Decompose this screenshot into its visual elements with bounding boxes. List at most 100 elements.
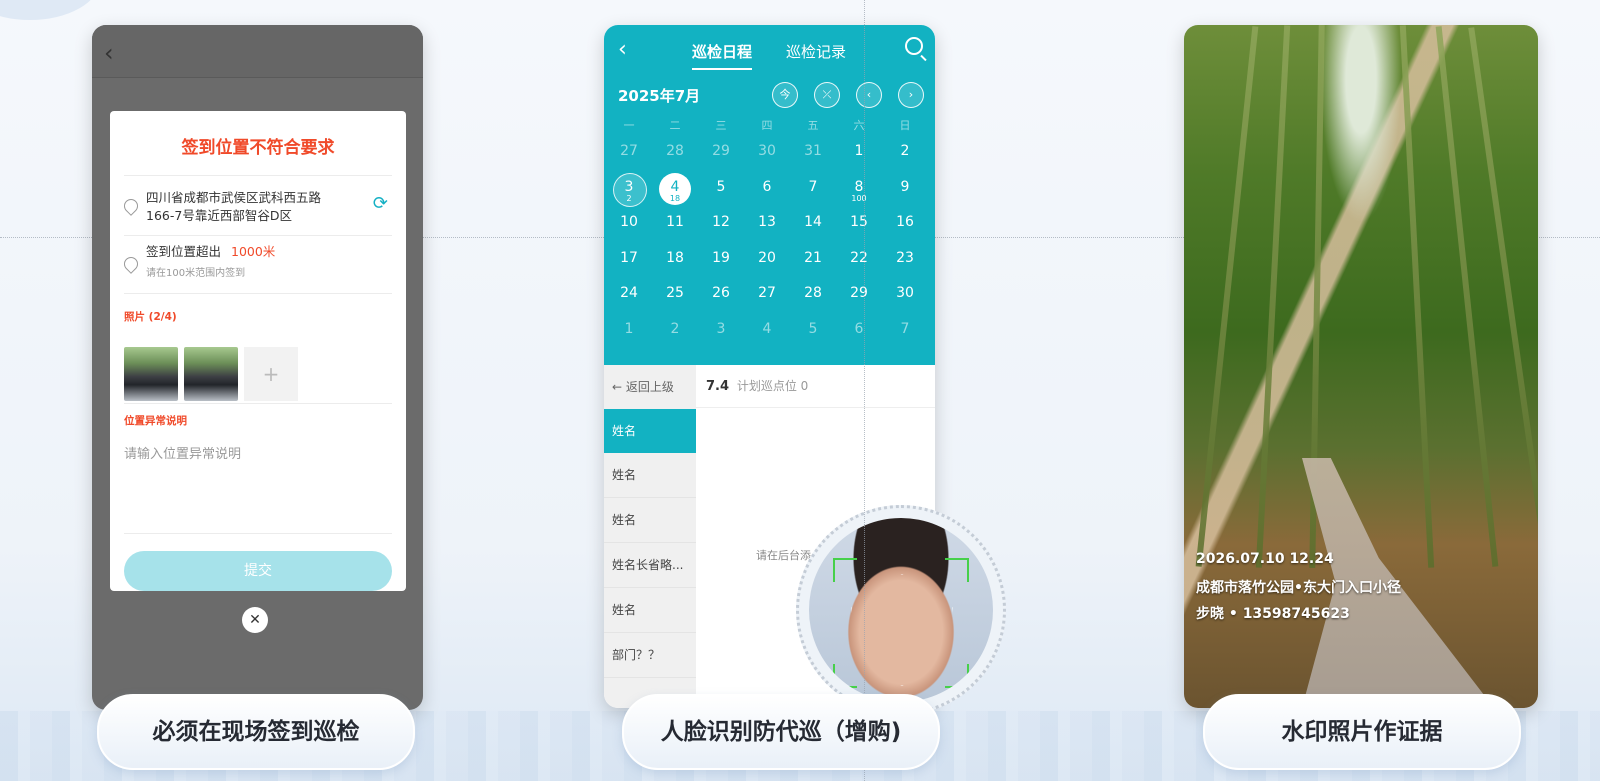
calendar-day[interactable]: 5 bbox=[790, 321, 836, 337]
calendar-day[interactable]: 32 bbox=[606, 179, 652, 203]
list-item[interactable]: 姓名 bbox=[604, 498, 696, 543]
calendar-day[interactable]: 1 bbox=[836, 143, 882, 159]
day-count: 100 bbox=[851, 193, 867, 203]
range-value: 1000米 bbox=[231, 244, 276, 259]
month-label: 2025年7月 bbox=[618, 87, 701, 105]
calendar-day[interactable]: 1 bbox=[606, 321, 652, 337]
calendar-day[interactable]: 7 bbox=[790, 179, 836, 195]
day-count: 18 bbox=[669, 193, 681, 203]
weekday-label: 五 bbox=[807, 119, 819, 132]
face-mesh bbox=[851, 574, 953, 686]
calendar-day[interactable]: 4 bbox=[744, 321, 790, 337]
day-count: 2 bbox=[626, 193, 632, 203]
frame-corner bbox=[945, 558, 969, 582]
back-icon[interactable]: ‹ bbox=[618, 37, 627, 62]
range-label: 签到位置超出 bbox=[146, 244, 222, 259]
calendar-day[interactable]: 13 bbox=[744, 214, 790, 230]
photo-thumbnail[interactable] bbox=[124, 347, 178, 401]
calendar-day[interactable]: 28 bbox=[652, 143, 698, 159]
caption-watermark: 水印照片作证据 bbox=[1203, 694, 1521, 770]
prev-month-icon[interactable]: ‹ bbox=[856, 82, 882, 108]
back-icon[interactable]: ‹ bbox=[104, 39, 114, 67]
calendar-day[interactable]: 3 bbox=[698, 321, 744, 337]
frame-corner bbox=[833, 558, 857, 582]
calendar-day[interactable]: 10 bbox=[606, 214, 652, 230]
address-row: 四川省成都市武侯区武科西五路166-7号靠近西部智谷D区 ⟳ bbox=[121, 189, 392, 229]
checkin-phone: ‹ 签到位置不符合要求 四川省成都市武侯区武科西五路166-7号靠近西部智谷D区… bbox=[92, 25, 423, 710]
calendar-day[interactable]: 29 bbox=[698, 143, 744, 159]
watermark-person: 步晓 • 13598745623 bbox=[1196, 606, 1350, 622]
calendar-day[interactable]: 31 bbox=[790, 143, 836, 159]
calendar-day[interactable]: 5 bbox=[698, 179, 744, 195]
face-image bbox=[809, 518, 993, 702]
calendar-day[interactable]: 29 bbox=[836, 285, 882, 301]
bamboo-stalk bbox=[1195, 26, 1259, 567]
calendar-day[interactable]: 9 bbox=[882, 179, 928, 195]
weekday-label: 三 bbox=[715, 119, 727, 132]
watermark-photo-phone: 2026.07.10 12.24 成都市落竹公园•东大门入口小径 步晓 • 13… bbox=[1184, 25, 1538, 708]
weekday-label: 六 bbox=[853, 119, 865, 132]
face-recognition-badge bbox=[796, 505, 1006, 715]
calendar-day[interactable]: 25 bbox=[652, 285, 698, 301]
divider bbox=[124, 175, 392, 176]
divider bbox=[124, 533, 392, 534]
next-month-icon[interactable]: › bbox=[898, 82, 924, 108]
calendar-day[interactable]: 30 bbox=[882, 285, 928, 301]
weekday-label: 四 bbox=[761, 119, 773, 132]
calendar-day[interactable]: 20 bbox=[744, 250, 790, 266]
divider bbox=[124, 293, 392, 294]
collapse-icon[interactable]: ⤫ bbox=[814, 82, 840, 108]
calendar-day[interactable]: 8 100 bbox=[836, 179, 882, 203]
list-item[interactable]: 部门？？ bbox=[604, 633, 696, 678]
calendar-day[interactable]: 16 bbox=[882, 214, 928, 230]
bamboo-stalk bbox=[1255, 25, 1291, 568]
photo-thumbnail[interactable] bbox=[184, 347, 238, 401]
day-summary: 7.4 计划巡点位 0 bbox=[696, 365, 935, 408]
divider bbox=[124, 235, 392, 236]
calendar-day[interactable]: 15 bbox=[836, 214, 882, 230]
calendar-day[interactable]: 14 bbox=[790, 214, 836, 230]
calendar-day[interactable]: 27 bbox=[606, 143, 652, 159]
calendar-day[interactable]: 6 bbox=[744, 179, 790, 195]
list-item[interactable]: 姓名 bbox=[604, 409, 696, 453]
range-hint: 请在100米范围内签到 bbox=[146, 268, 246, 279]
calendar-day[interactable]: 7 bbox=[882, 321, 928, 337]
calendar-day[interactable]: 2 bbox=[882, 143, 928, 159]
weekday-label: 二 bbox=[669, 119, 681, 132]
calendar-day[interactable]: 21 bbox=[790, 250, 836, 266]
bamboo-stalk bbox=[1399, 25, 1435, 568]
add-photo-button[interactable]: + bbox=[244, 347, 298, 401]
calendar-day[interactable]: 24 bbox=[606, 285, 652, 301]
close-icon[interactable]: ✕ bbox=[242, 607, 268, 633]
today-button[interactable]: 今 bbox=[772, 82, 798, 108]
calendar-day[interactable]: 23 bbox=[882, 250, 928, 266]
calendar-day[interactable]: 17 bbox=[606, 250, 652, 266]
list-item[interactable]: 姓名 bbox=[604, 453, 696, 498]
tab-records[interactable]: 巡检记录 bbox=[786, 41, 846, 62]
reason-input[interactable]: 请输入位置异常说明 bbox=[124, 443, 241, 462]
back-up-link[interactable]: ← 返回上级 bbox=[604, 365, 696, 409]
submit-button[interactable]: 提交 bbox=[124, 551, 392, 591]
divider bbox=[124, 403, 392, 404]
calendar-day[interactable]: 4 18 bbox=[652, 179, 698, 203]
bamboo-stalk bbox=[1468, 27, 1538, 566]
calendar-day[interactable]: 18 bbox=[652, 250, 698, 266]
calendar-day[interactable]: 12 bbox=[698, 214, 744, 230]
list-item[interactable]: 姓名长省略... bbox=[604, 543, 696, 588]
calendar-day[interactable]: 22 bbox=[836, 250, 882, 266]
calendar-day[interactable]: 6 bbox=[836, 321, 882, 337]
calendar-day[interactable]: 27 bbox=[744, 285, 790, 301]
location-pin-icon bbox=[121, 196, 141, 216]
frame-corner bbox=[833, 664, 857, 688]
calendar-day[interactable]: 26 bbox=[698, 285, 744, 301]
list-item[interactable]: 姓名 bbox=[604, 588, 696, 633]
tab-schedule[interactable]: 巡检日程 bbox=[692, 41, 753, 70]
calendar-day[interactable]: 30 bbox=[744, 143, 790, 159]
search-icon[interactable] bbox=[905, 37, 923, 55]
top-bar: ‹ bbox=[92, 25, 423, 78]
calendar-day[interactable]: 2 bbox=[652, 321, 698, 337]
refresh-icon[interactable]: ⟳ bbox=[373, 193, 388, 214]
calendar-day[interactable]: 11 bbox=[652, 214, 698, 230]
calendar-day[interactable]: 28 bbox=[790, 285, 836, 301]
calendar-day[interactable]: 19 bbox=[698, 250, 744, 266]
